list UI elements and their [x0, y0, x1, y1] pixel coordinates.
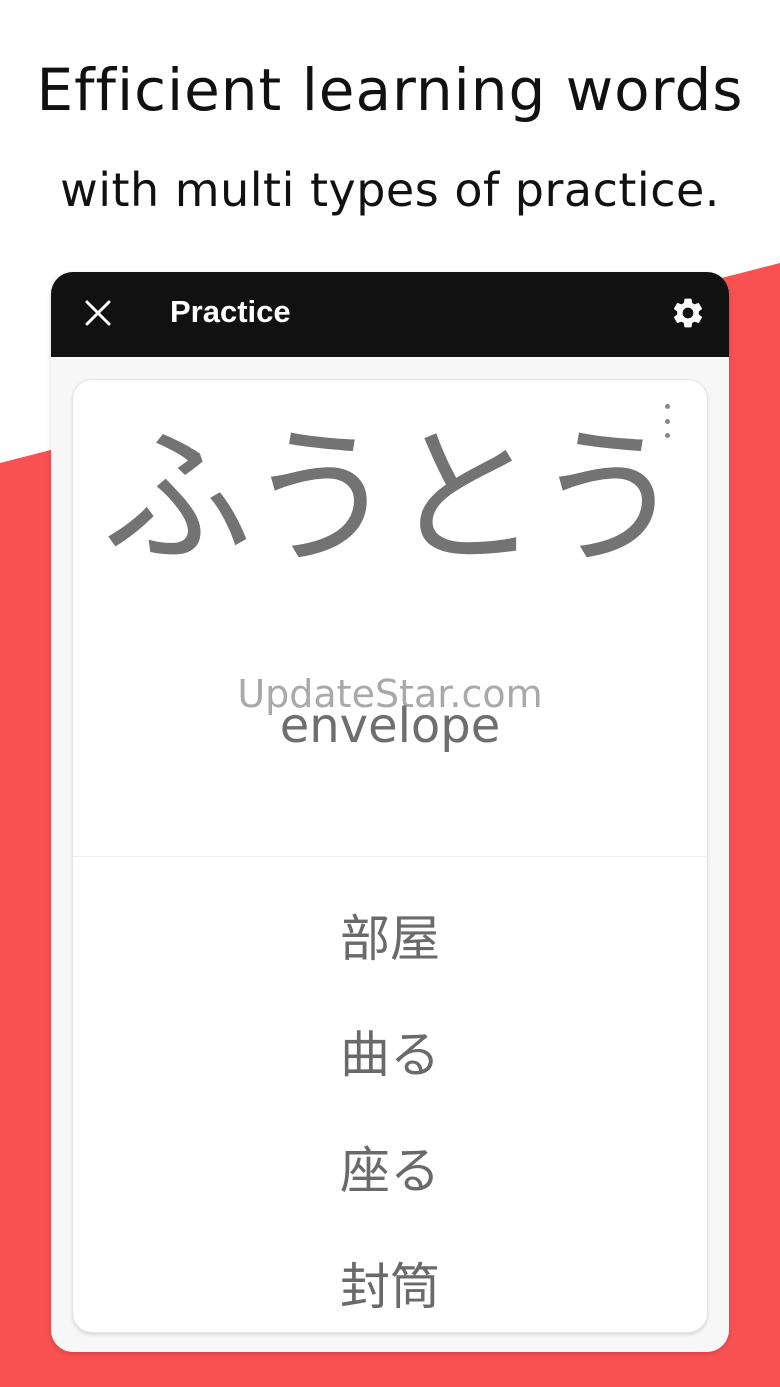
answer-option[interactable]: 部屋	[73, 877, 707, 993]
app-bar: Practice	[51, 272, 729, 357]
close-icon	[85, 300, 111, 326]
answer-option[interactable]: 座る	[73, 1109, 707, 1225]
headline-line-2: with multi types of practice.	[60, 163, 720, 217]
answer-option[interactable]: 曲る	[73, 993, 707, 1109]
divider	[73, 856, 707, 857]
word-meaning: envelope	[279, 698, 501, 754]
settings-button[interactable]	[665, 290, 711, 336]
answer-option[interactable]: 封筒	[73, 1225, 707, 1341]
headline-line-1: Efficient learning words	[36, 56, 744, 124]
flashcard: ふうとう UpdateStar.com envelope 部屋 曲る 座る 封筒	[72, 379, 708, 1333]
gear-icon	[673, 298, 703, 328]
app-screen: Practice ふうとう UpdateStar.com envelope 部屋…	[51, 272, 729, 1352]
page-title: Practice	[170, 294, 291, 329]
answer-options: 部屋 曲る 座る 封筒	[73, 877, 707, 1341]
close-button[interactable]	[75, 290, 121, 336]
practice-word: ふうとう	[101, 412, 684, 586]
